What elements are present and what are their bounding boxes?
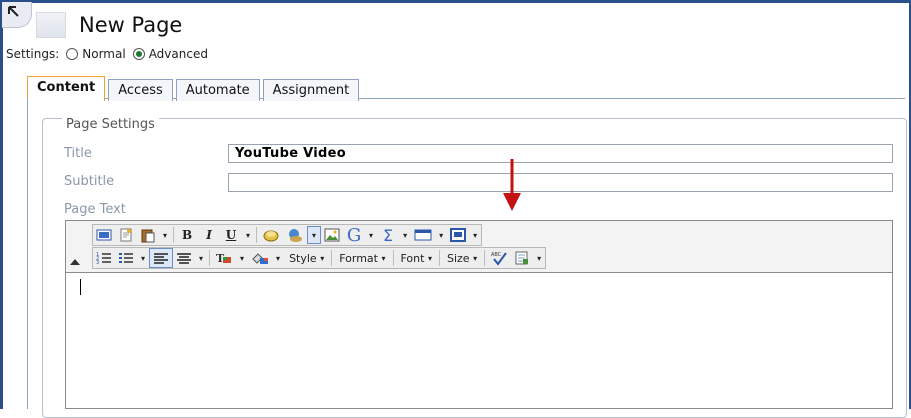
style-dropdown[interactable]: Style ▾ — [284, 248, 329, 268]
page-settings-legend: Page Settings — [62, 117, 159, 132]
size-dropdown-label: Size — [446, 251, 470, 265]
text-cursor — [80, 279, 81, 295]
align-center-icon[interactable] — [173, 248, 195, 268]
editor-toolbar: ▾ B I U ▾ ▾ G ▾ Σ ▾ ▾ ▾ 1 2 3 ▾ ▾ T ▾ ▾ … — [66, 221, 892, 273]
arrow-back-icon — [8, 6, 19, 17]
toolbar-separator — [256, 227, 258, 243]
align-dropdown[interactable]: ▾ — [195, 254, 207, 263]
insert-image-icon[interactable] — [321, 225, 343, 245]
radio-advanced-label[interactable]: Advanced — [149, 47, 208, 61]
toolbar-separator — [331, 250, 333, 266]
settings-label: Settings: — [6, 47, 60, 61]
page-text-label: Page Text — [64, 202, 126, 217]
svg-text:3: 3 — [96, 260, 99, 265]
font-dropdown-label: Font — [400, 251, 425, 265]
size-dropdown[interactable]: Size ▾ — [442, 248, 482, 268]
source-view-icon[interactable] — [93, 225, 115, 245]
insert-object-icon[interactable] — [283, 225, 307, 245]
annotation-arrow-icon — [503, 159, 521, 211]
chevron-down-icon: ▾ — [381, 253, 386, 263]
collapse-corner-button[interactable] — [2, 2, 32, 28]
font-effects-dropdown[interactable]: ▾ — [242, 231, 254, 240]
title-input[interactable]: YouTube Video — [228, 144, 893, 163]
insert-media-icon[interactable]: G — [343, 225, 365, 246]
page-icon — [36, 12, 66, 38]
toolbar-collapse-icon[interactable] — [70, 259, 80, 265]
format-dropdown[interactable]: Format ▾ — [334, 248, 390, 268]
radio-normal-label[interactable]: Normal — [82, 47, 125, 61]
format-dropdown-label: Format — [339, 251, 378, 265]
rich-text-editor[interactable]: ▾ B I U ▾ ▾ G ▾ Σ ▾ ▾ ▾ 1 2 3 ▾ ▾ T ▾ ▾ … — [65, 220, 893, 409]
toolbar-row-1: ▾ B I U ▾ ▾ G ▾ Σ ▾ ▾ ▾ — [92, 224, 483, 246]
template-dropdown[interactable]: ▾ — [469, 231, 481, 240]
toolbar-separator — [173, 227, 175, 243]
text-color-icon[interactable]: T — [212, 248, 236, 268]
insert-object-dropdown[interactable]: ▾ — [307, 226, 322, 244]
insert-link-icon[interactable] — [259, 225, 283, 245]
page-title: New Page — [79, 13, 183, 37]
list-dropdown[interactable]: ▾ — [137, 254, 149, 263]
subtitle-label: Subtitle — [64, 174, 115, 189]
subtitle-input[interactable] — [228, 173, 893, 192]
background-color-dropdown[interactable]: ▾ — [272, 254, 284, 263]
insert-formula-icon[interactable]: Σ — [377, 225, 399, 245]
radio-normal[interactable] — [66, 48, 79, 60]
underline-icon[interactable]: U — [220, 225, 242, 245]
background-color-icon[interactable] — [248, 248, 272, 268]
text-color-dropdown[interactable]: ▾ — [236, 254, 248, 263]
title-label: Title — [64, 146, 92, 161]
toolbar-separator — [484, 250, 486, 266]
font-dropdown[interactable]: Font ▾ — [396, 248, 437, 268]
align-left-icon[interactable] — [149, 248, 174, 268]
insert-media-dropdown[interactable]: ▾ — [365, 231, 377, 240]
style-dropdown-label: Style — [289, 251, 317, 265]
toolbar-separator — [392, 250, 394, 266]
document-properties-icon[interactable] — [511, 248, 533, 268]
insert-formula-dropdown[interactable]: ▾ — [399, 231, 411, 240]
toolbar-separator — [438, 250, 440, 266]
toolbar-row-2: 123 ▾ ▾ T ▾ ▾ Style ▾ Format ▾ Font ▾ Si… — [92, 247, 547, 269]
insert-table-dropdown[interactable]: ▾ — [435, 231, 447, 240]
template-icon[interactable] — [447, 225, 469, 245]
italic-icon[interactable]: I — [198, 225, 220, 245]
chevron-down-icon: ▾ — [320, 253, 325, 263]
paste-special-icon[interactable] — [137, 225, 159, 245]
spellcheck-icon[interactable]: ABC — [487, 248, 511, 268]
radio-advanced[interactable] — [132, 48, 145, 60]
bold-icon[interactable]: B — [176, 225, 198, 245]
chevron-down-icon: ▾ — [427, 253, 432, 263]
paste-dropdown[interactable]: ▾ — [159, 231, 171, 240]
ordered-list-icon[interactable]: 123 — [93, 248, 115, 268]
unordered-list-icon[interactable] — [115, 248, 137, 268]
paste-icon[interactable] — [115, 225, 137, 245]
document-properties-dropdown[interactable]: ▾ — [533, 254, 545, 263]
svg-text:ABC: ABC — [491, 252, 502, 258]
settings-bar: Settings: Normal Advanced — [6, 47, 208, 61]
toolbar-separator — [209, 250, 211, 266]
chevron-down-icon: ▾ — [473, 253, 478, 263]
insert-table-icon[interactable] — [411, 225, 435, 245]
